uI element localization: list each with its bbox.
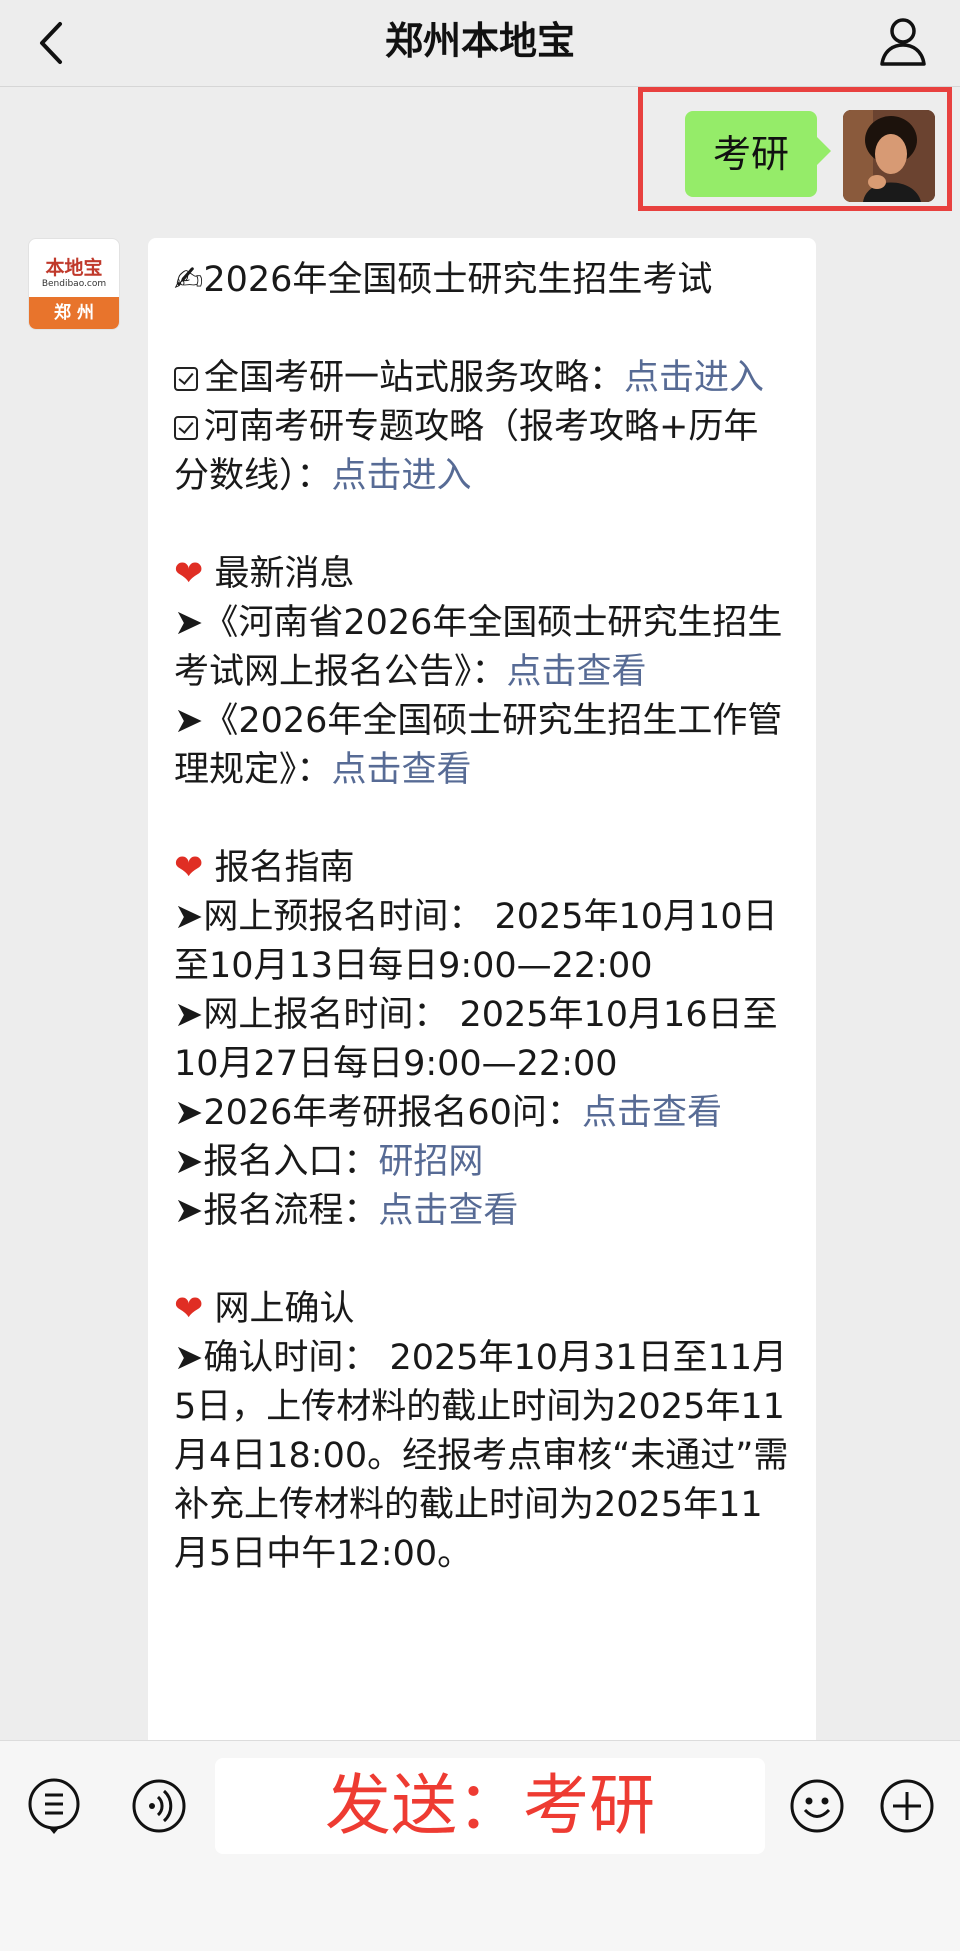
reg-4-link[interactable]: 研招网	[378, 1142, 483, 1182]
confirm-item: ➤确认时间： 2025年10月31日至11月5日，上传材料的截止时间为2025年…	[174, 1338, 789, 1574]
section-title: 最新消息	[214, 554, 355, 594]
received-message-bubble: ✍2026年全国硕士研究生招生考试 全国考研一站式服务攻略：点击进入 河南考研专…	[148, 238, 816, 1778]
guide-2-link[interactable]: 点击进入	[332, 456, 472, 496]
input-toolbar: 发送：考研	[0, 1740, 960, 1951]
section-latest-news: ❤ 最新消息	[174, 550, 790, 599]
reg-item-3: ➤2026年考研报名60问：点击查看	[174, 1089, 790, 1138]
news-1-link[interactable]: 点击查看	[507, 652, 647, 692]
news-1-text: ➤《河南省2026年全国硕士研究生招生考试网上报名公告》：	[174, 603, 783, 692]
headline-text: 2026年全国硕士研究生招生考试	[203, 260, 713, 300]
section-registration-guide: ❤ 报名指南	[174, 844, 790, 893]
news-2-link[interactable]: 点击查看	[332, 750, 472, 790]
news-2-text: ➤《2026年全国硕士研究生招生工作管理规定》：	[174, 701, 783, 790]
user-profile-icon[interactable]	[876, 14, 930, 68]
sent-message-bubble[interactable]: 考研	[685, 111, 831, 197]
emoji-icon[interactable]	[788, 1777, 846, 1835]
reg-item-4: ➤报名入口：研招网	[174, 1138, 790, 1187]
section-title: 报名指南	[214, 848, 355, 888]
reg-item-5: ➤报名流程：点击查看	[174, 1187, 790, 1236]
reg-item-2: ➤网上报名时间： 2025年10月16日至10月27日每日9:00—22:00	[174, 995, 778, 1084]
reg-4-text: ➤报名入口：	[174, 1142, 379, 1182]
guide-line-2: 河南考研专题攻略（报考攻略+历年分数线）：点击进入	[174, 403, 790, 501]
writing-hand-icon: ✍	[174, 260, 204, 300]
guide-1-link[interactable]: 点击进入	[624, 358, 764, 398]
top-navigation-bar: 郑州本地宝	[0, 0, 960, 87]
plus-icon[interactable]	[878, 1777, 936, 1835]
page-title: 郑州本地宝	[384, 19, 575, 63]
section-title: 网上确认	[214, 1289, 355, 1329]
sent-message-highlight: 考研	[638, 87, 952, 211]
menu-list-icon[interactable]	[25, 1777, 83, 1835]
voice-icon[interactable]	[130, 1777, 188, 1835]
guide-line-1: 全国考研一站式服务攻略：点击进入	[174, 354, 790, 403]
avatar-brand-text: 本地宝	[45, 257, 103, 279]
bot-avatar[interactable]: 本地宝 Bendibao.com 郑 州	[28, 238, 120, 330]
news-item-1: ➤《河南省2026年全国硕士研究生招生考试网上报名公告》：点击查看	[174, 599, 790, 697]
news-item-2: ➤《2026年全国硕士研究生招生工作管理规定》：点击查看	[174, 697, 790, 795]
heart-icon: ❤	[174, 1289, 204, 1329]
checkbox-icon	[174, 416, 198, 440]
heart-icon: ❤	[174, 848, 204, 888]
message-content: ✍2026年全国硕士研究生招生考试 全国考研一站式服务攻略：点击进入 河南考研专…	[174, 256, 790, 1579]
reg-3-text: ➤2026年考研报名60问：	[174, 1093, 582, 1133]
message-input[interactable]: 发送：考研	[215, 1758, 765, 1854]
reg-5-link[interactable]: 点击查看	[378, 1191, 518, 1231]
section-online-confirm: ❤ 网上确认	[174, 1285, 790, 1334]
reg-5-text: ➤报名流程：	[174, 1191, 379, 1231]
guide-1-text: 全国考研一站式服务攻略：	[204, 358, 625, 398]
reg-item-1: ➤网上预报名时间： 2025年10月10日至10月13日每日9:00—22:00	[174, 897, 778, 986]
my-avatar[interactable]	[843, 110, 935, 202]
headline: ✍2026年全国硕士研究生招生考试	[174, 256, 790, 305]
heart-icon: ❤	[174, 554, 204, 594]
avatar-domain-text: Bendibao.com	[41, 279, 107, 289]
avatar-city-text: 郑 州	[29, 297, 119, 329]
checkbox-icon	[174, 367, 198, 391]
reg-3-link[interactable]: 点击查看	[582, 1093, 722, 1133]
